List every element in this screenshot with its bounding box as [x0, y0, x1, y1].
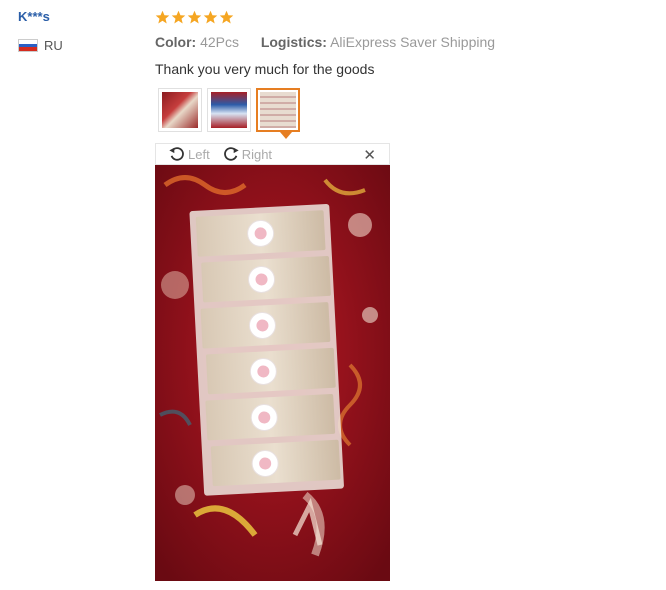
star-icon	[219, 10, 234, 23]
review-body: Color: 42Pcs Logistics: AliExpress Saver…	[155, 8, 635, 78]
review-photo	[155, 165, 390, 581]
logistics-value: AliExpress Saver Shipping	[330, 34, 496, 50]
rotate-left-icon	[169, 147, 184, 161]
image-viewer: Left Right ✕	[155, 143, 390, 583]
russia-flag-icon	[18, 39, 38, 52]
logistics-label: Logistics:	[260, 34, 327, 50]
photo-thumbnails	[158, 88, 300, 132]
review-text: Thank you very much for the goods	[155, 61, 375, 77]
star-icon	[187, 10, 202, 23]
photo-thumbnail-2[interactable]	[207, 88, 251, 132]
photo-thumbnail-3[interactable]	[256, 88, 300, 132]
color-label: Color:	[155, 34, 197, 50]
review-meta: Color: 42Pcs Logistics: AliExpress Saver…	[155, 33, 635, 51]
rotate-right-button[interactable]: Right	[222, 145, 272, 163]
photo-thumbnail-1[interactable]	[158, 88, 202, 132]
star-icon	[155, 10, 170, 23]
active-thumbnail-caret	[280, 132, 292, 139]
rotate-right-icon	[223, 147, 239, 161]
star-icon	[203, 10, 218, 23]
close-icon[interactable]: ✕	[363, 146, 376, 164]
rotate-left-button[interactable]: Left	[168, 145, 210, 163]
reviewer-column: K***s RU	[18, 8, 138, 53]
rotate-right-label: Right	[241, 146, 273, 162]
viewer-toolbar: Left Right ✕	[155, 143, 390, 165]
star-rating	[155, 8, 635, 26]
rotate-left-label: Left	[188, 146, 210, 162]
color-value: 42Pcs	[200, 34, 240, 50]
review-photo-image	[155, 165, 390, 581]
country-code: RU	[44, 38, 63, 53]
reviewer-name: K***s	[18, 9, 50, 24]
reviewer-country: RU	[18, 38, 138, 53]
star-icon	[171, 10, 186, 23]
